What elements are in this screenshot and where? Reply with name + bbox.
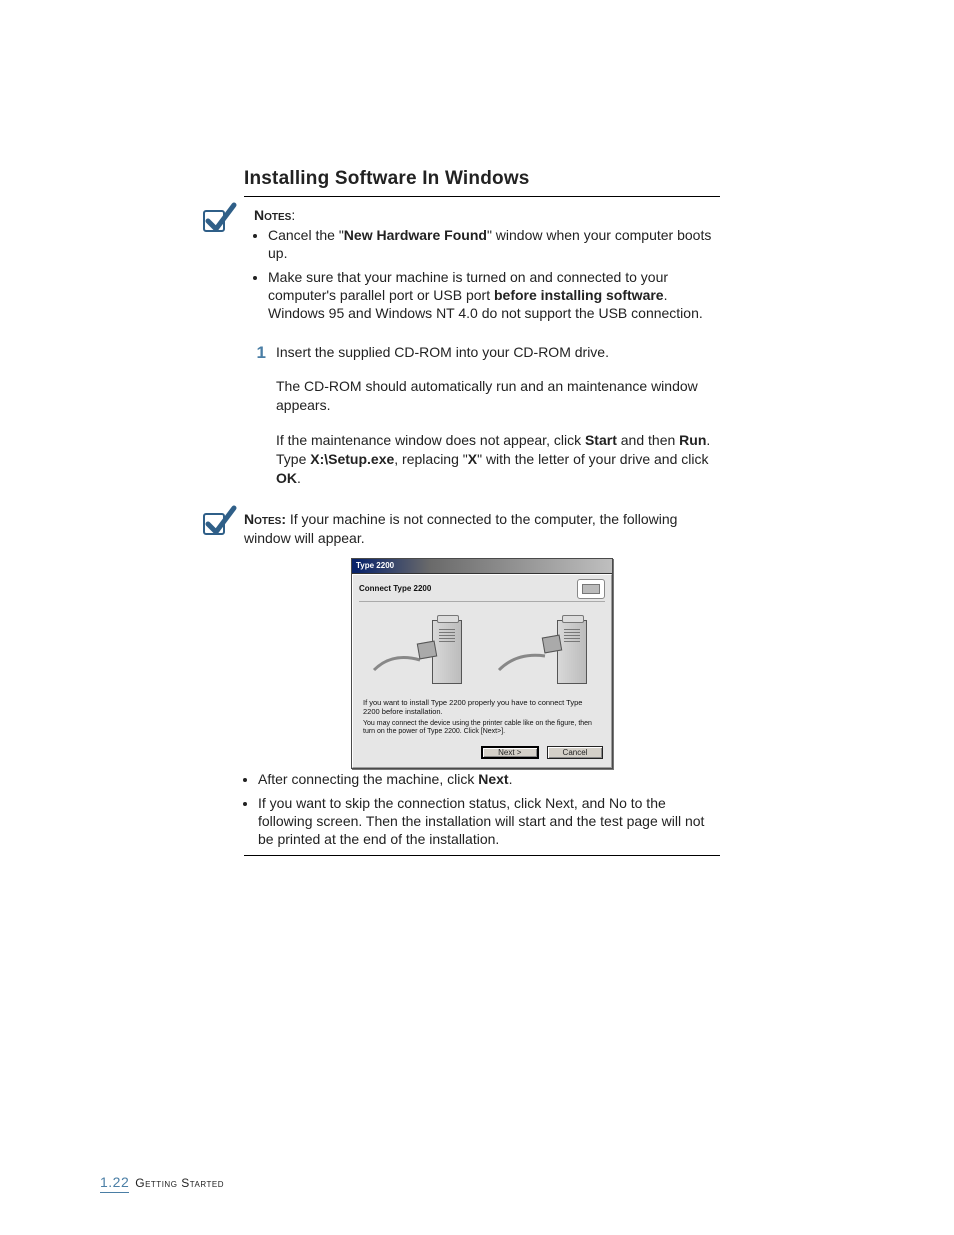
bold-text: Start — [585, 432, 617, 448]
notes-label: Notes — [254, 207, 291, 223]
text: After connecting the machine, click — [258, 771, 478, 787]
text: . — [509, 771, 513, 787]
text: " with the letter of your drive and clic… — [477, 451, 708, 467]
bold-text: X:\Setup.exe — [310, 451, 394, 467]
content-column: Installing Software In Windows Notes: Ca… — [244, 168, 720, 856]
step-body: Insert the supplied CD-ROM into your CD-… — [276, 343, 720, 504]
closing-rule — [244, 855, 720, 856]
notes-item-2: Make sure that your machine is turned on… — [268, 269, 720, 323]
text: Cancel the " — [268, 227, 344, 243]
after-item-1: After connecting the machine, click Next… — [258, 771, 720, 789]
page: Installing Software In Windows Notes: Ca… — [0, 0, 954, 1235]
bold-text: New Hardware Found — [344, 227, 487, 243]
dialog-divider — [359, 601, 605, 602]
installer-dialog: Type 2200 Connect Type 2200 — [351, 558, 613, 770]
cancel-button[interactable]: Cancel — [547, 746, 603, 759]
plug-icon — [416, 640, 437, 659]
step-p2: The CD-ROM should automatically run and … — [276, 377, 720, 415]
dialog-header-text: Connect Type 2200 — [359, 584, 431, 593]
notes-colon: : — [291, 207, 295, 223]
step-1: 1 Insert the supplied CD-ROM into your C… — [244, 343, 720, 504]
dialog-header-row: Connect Type 2200 — [353, 575, 611, 601]
text: If the maintenance window does not appea… — [276, 432, 585, 448]
checkmark-icon — [196, 502, 240, 542]
next-button[interactable]: Next > — [481, 746, 539, 759]
dialog-titlebar: Type 2200 — [352, 559, 612, 574]
text: . — [297, 470, 301, 486]
page-number-box: 1.22 — [100, 1172, 129, 1193]
dialog-body: Connect Type 2200 — [352, 574, 612, 769]
bold-text: Run — [679, 432, 706, 448]
plug-icon — [541, 634, 562, 653]
connection-diagram-usb — [495, 614, 595, 690]
bold-text: before installing software — [494, 287, 664, 303]
pc-tower-icon — [557, 620, 587, 684]
bold-text: Next — [478, 771, 508, 787]
page-heading: Installing Software In Windows — [244, 168, 720, 190]
notes-list-top: Cancel the "New Hardware Found" window w… — [254, 227, 720, 323]
text: , replacing " — [394, 451, 467, 467]
printer-icon — [577, 579, 605, 599]
notes-list-bottom: After connecting the machine, click Next… — [244, 771, 720, 849]
page-footer: 1.22 Getting Started — [100, 1172, 224, 1193]
notes-item-1: Cancel the "New Hardware Found" window w… — [268, 227, 720, 263]
notes-text: If your machine is not connected to the … — [244, 511, 677, 546]
text: and then — [617, 432, 679, 448]
dialog-diagram-row — [353, 608, 611, 698]
step-p1: Insert the supplied CD-ROM into your CD-… — [276, 343, 720, 362]
step-p3: If the maintenance window does not appea… — [276, 431, 720, 488]
cable-icon — [497, 650, 557, 678]
bold-text: X — [468, 451, 477, 467]
notes-block-mid: Notes: If your machine is not connected … — [244, 510, 720, 548]
dialog-message-2: You may connect the device using the pri… — [353, 720, 611, 743]
section-name: Getting Started — [135, 1176, 224, 1190]
notes-label: Notes: — [244, 511, 286, 527]
dialog-button-row: Next > Cancel — [353, 742, 611, 767]
checkmark-icon — [196, 199, 240, 239]
heading-rule — [244, 196, 720, 197]
notes-block-top: Notes: Cancel the "New Hardware Found" w… — [244, 207, 720, 323]
connection-diagram-parallel — [370, 614, 470, 690]
dialog-message-1: If you want to install Type 2200 properl… — [353, 698, 611, 720]
bold-text: OK — [276, 470, 297, 486]
page-number: 1.22 — [100, 1174, 129, 1190]
after-item-2: If you want to skip the connection statu… — [258, 795, 720, 849]
step-number: 1 — [244, 343, 266, 504]
